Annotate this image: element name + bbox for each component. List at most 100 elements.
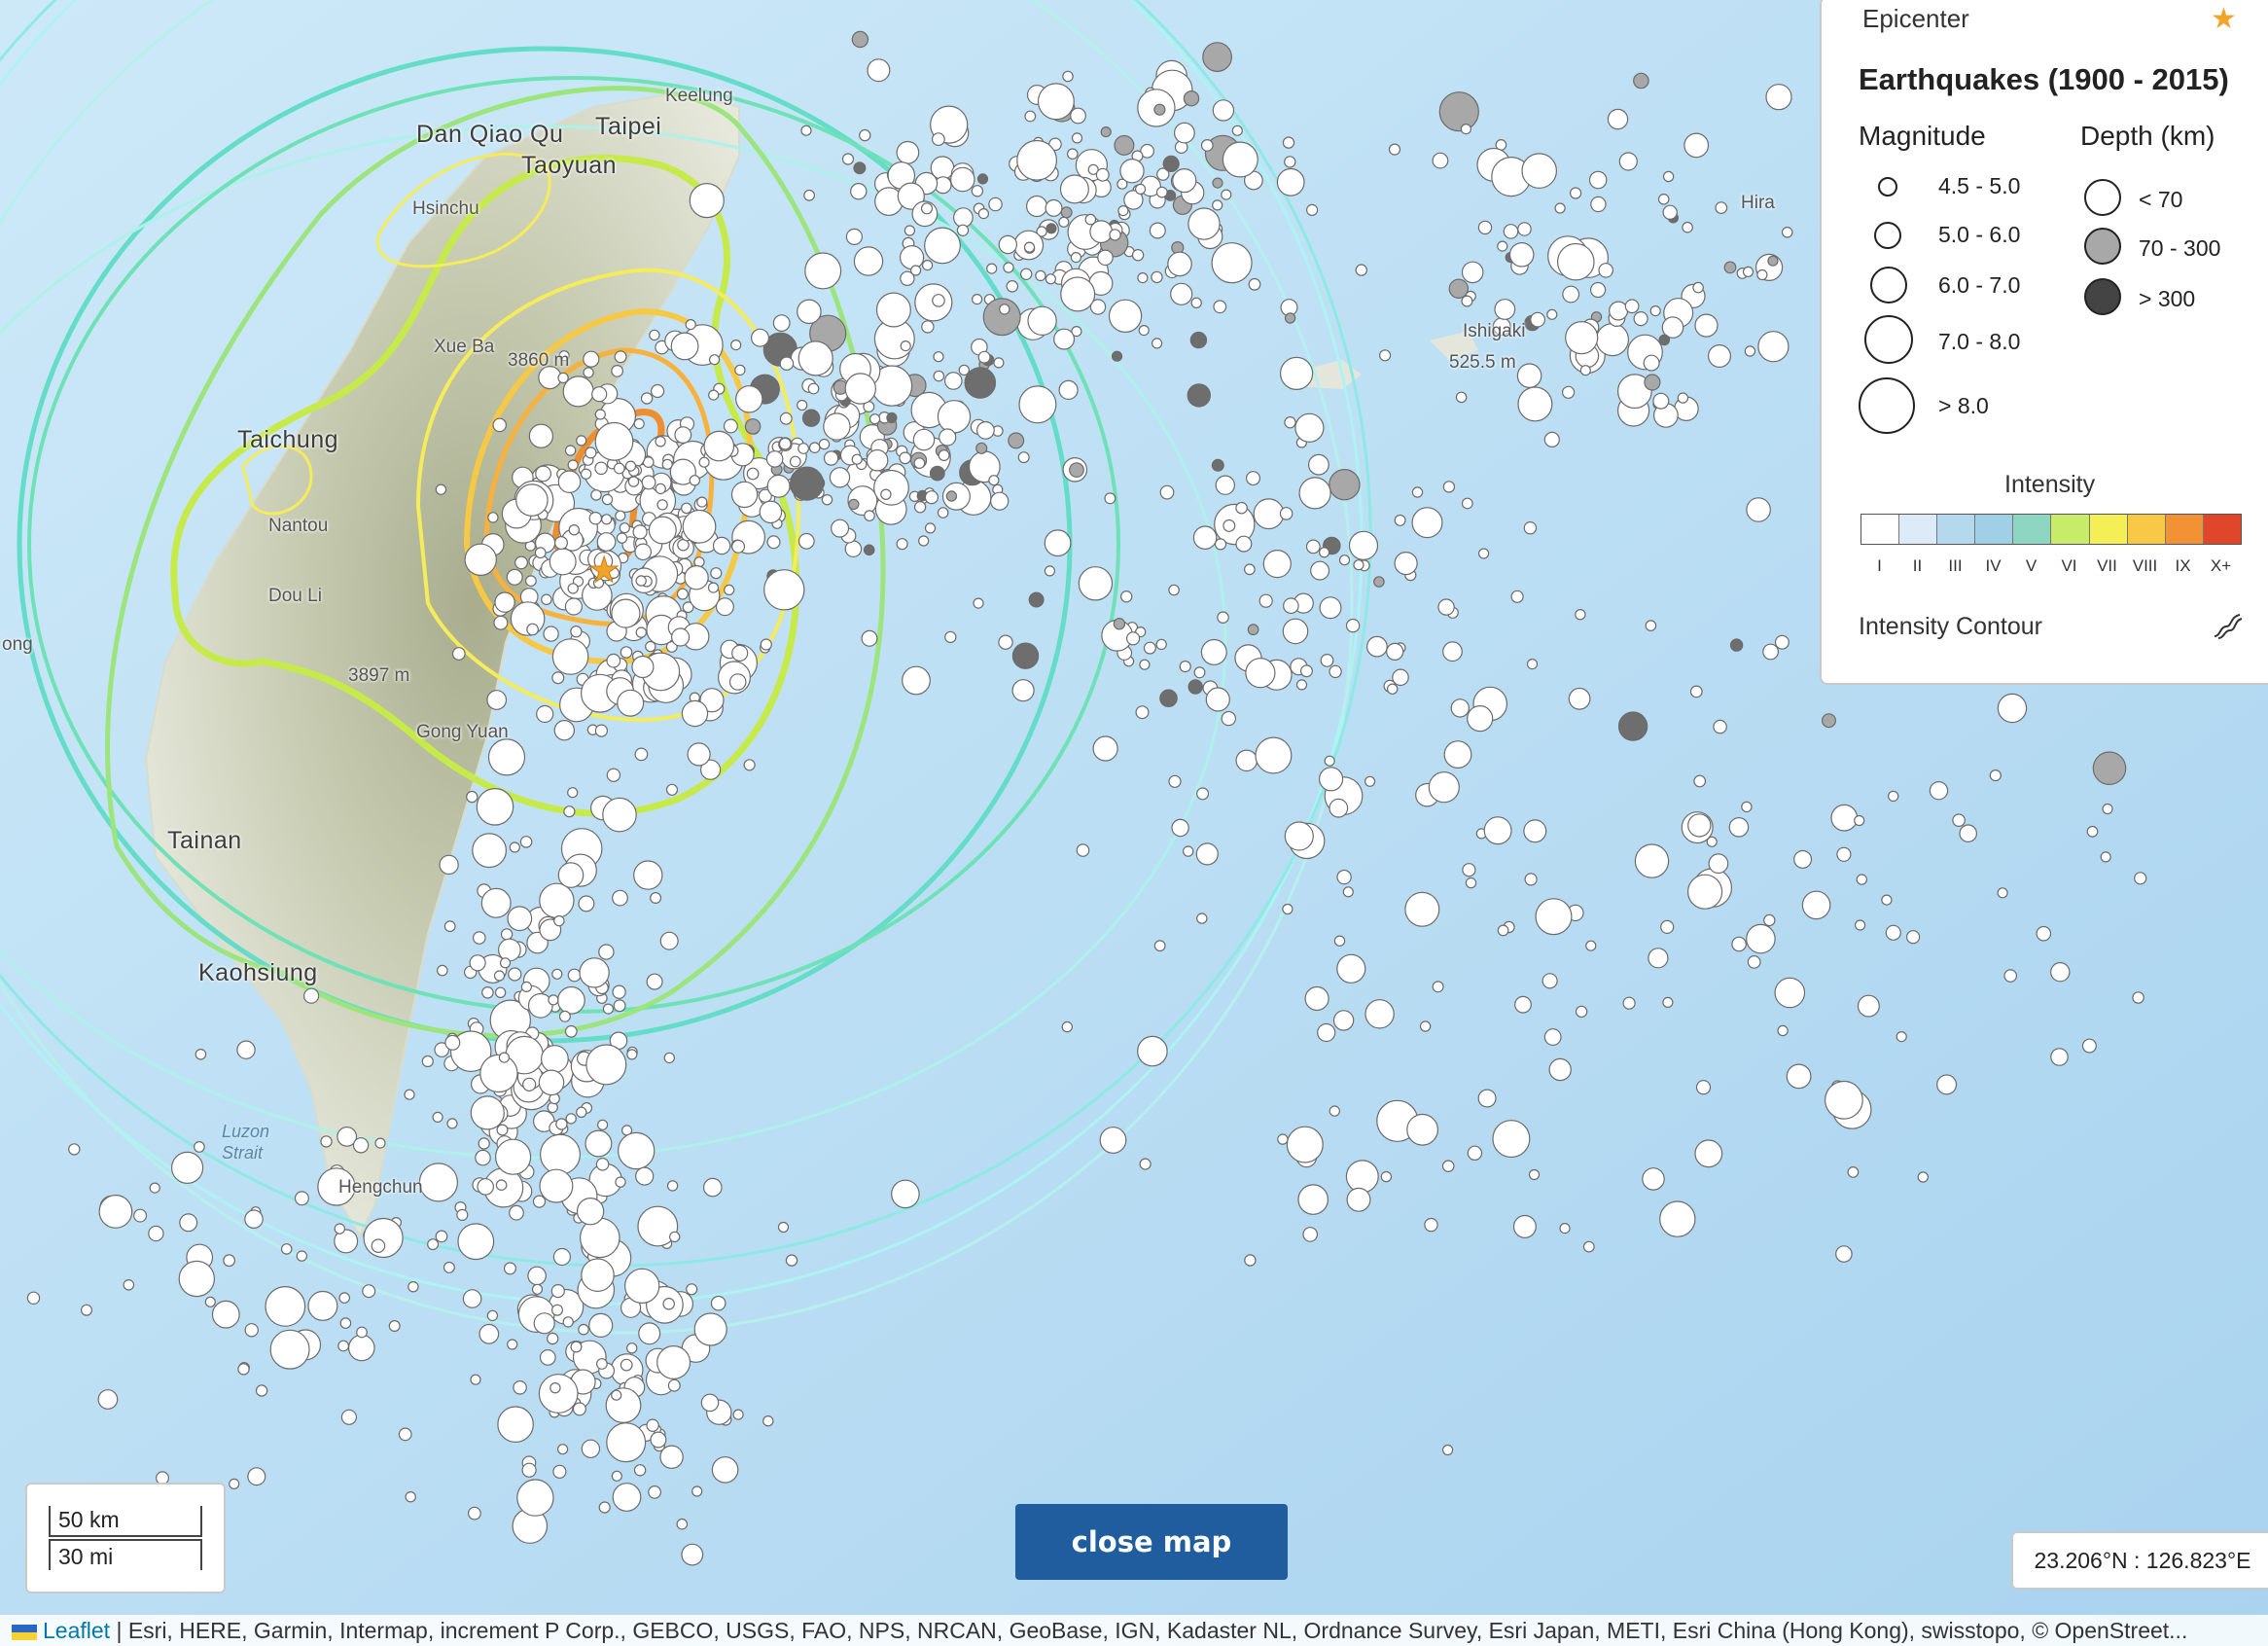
earthquake-marker[interactable]	[1746, 923, 1776, 954]
earthquake-marker[interactable]	[539, 1133, 581, 1175]
earthquake-marker[interactable]	[478, 1323, 500, 1344]
earthquake-marker[interactable]	[1713, 719, 1727, 734]
earthquake-marker[interactable]	[744, 418, 762, 435]
earthquake-marker[interactable]	[1648, 948, 1669, 969]
earthquake-marker[interactable]	[80, 1304, 92, 1316]
earthquake-marker[interactable]	[686, 1283, 698, 1296]
earthquake-marker[interactable]	[1634, 843, 1670, 878]
earthquake-marker[interactable]	[864, 510, 875, 521]
earthquake-marker[interactable]	[1917, 1171, 1930, 1183]
earthquake-marker[interactable]	[1155, 186, 1168, 198]
earthquake-marker[interactable]	[486, 1309, 499, 1322]
earthquake-marker[interactable]	[451, 647, 466, 661]
earthquake-marker[interactable]	[853, 161, 867, 175]
earthquake-marker[interactable]	[615, 1176, 626, 1188]
earthquake-marker[interactable]	[1282, 618, 1309, 645]
earthquake-marker[interactable]	[1821, 713, 1836, 729]
earthquake-marker[interactable]	[538, 1374, 579, 1413]
earthquake-marker[interactable]	[534, 547, 547, 559]
earthquake-marker[interactable]	[1565, 321, 1599, 355]
earthquake-marker[interactable]	[831, 519, 850, 538]
earthquake-marker[interactable]	[730, 481, 759, 509]
earthquake-marker[interactable]	[1245, 471, 1260, 486]
earthquake-marker[interactable]	[1404, 891, 1440, 927]
earthquake-marker[interactable]	[598, 1501, 611, 1514]
earthquake-marker[interactable]	[1741, 801, 1753, 813]
earthquake-marker[interactable]	[551, 638, 589, 675]
earthquake-marker[interactable]	[1467, 1145, 1483, 1162]
earthquake-marker[interactable]	[1329, 798, 1349, 818]
earthquake-marker[interactable]	[1432, 152, 1449, 169]
earthquake-marker[interactable]	[1151, 270, 1163, 284]
earthquake-marker[interactable]	[347, 1334, 375, 1362]
earthquake-marker[interactable]	[1113, 618, 1126, 630]
earthquake-marker[interactable]	[1461, 497, 1473, 510]
earthquake-marker[interactable]	[1989, 769, 2002, 782]
earthquake-marker[interactable]	[539, 1168, 574, 1203]
earthquake-marker[interactable]	[244, 1209, 264, 1229]
earthquake-marker[interactable]	[964, 367, 997, 399]
earthquake-marker[interactable]	[444, 1034, 461, 1051]
earthquake-marker[interactable]	[1373, 576, 1385, 588]
earthquake-marker[interactable]	[1336, 953, 1366, 984]
earthquake-marker[interactable]	[1494, 299, 1516, 320]
earthquake-marker[interactable]	[1346, 1187, 1371, 1212]
earthquake-marker[interactable]	[1092, 735, 1118, 762]
earthquake-marker[interactable]	[1854, 919, 1866, 931]
earthquake-marker[interactable]	[576, 435, 587, 447]
earthquake-marker[interactable]	[670, 332, 699, 361]
earthquake-marker[interactable]	[1523, 819, 1547, 843]
earthquake-marker[interactable]	[650, 1431, 667, 1449]
earthquake-marker[interactable]	[1686, 874, 1723, 910]
earthquake-marker[interactable]	[779, 356, 795, 371]
earthquake-marker[interactable]	[797, 299, 822, 325]
earthquake-marker[interactable]	[634, 747, 649, 762]
earthquake-marker[interactable]	[918, 535, 930, 547]
earthquake-marker[interactable]	[1028, 591, 1045, 608]
earthquake-marker[interactable]	[615, 510, 626, 521]
earthquake-marker[interactable]	[506, 568, 523, 586]
earthquake-marker[interactable]	[1211, 458, 1224, 472]
earthquake-marker[interactable]	[552, 1464, 567, 1479]
earthquake-marker[interactable]	[1317, 1022, 1336, 1043]
earthquake-marker[interactable]	[539, 1348, 556, 1366]
earthquake-marker[interactable]	[648, 516, 677, 545]
earthquake-marker[interactable]	[553, 535, 568, 550]
earthquake-marker[interactable]	[929, 465, 945, 482]
earthquake-marker[interactable]	[1282, 136, 1295, 149]
earthquake-marker[interactable]	[1885, 924, 1901, 941]
earthquake-marker[interactable]	[1097, 249, 1114, 267]
earthquake-marker[interactable]	[1255, 736, 1293, 774]
earthquake-marker[interactable]	[1595, 323, 1630, 357]
earthquake-marker[interactable]	[1045, 223, 1057, 234]
earthquake-marker[interactable]	[443, 1261, 455, 1273]
earthquake-marker[interactable]	[1508, 241, 1535, 268]
earthquake-marker[interactable]	[760, 638, 772, 651]
earthquake-marker[interactable]	[896, 538, 908, 551]
earthquake-marker[interactable]	[1235, 535, 1253, 553]
earthquake-marker[interactable]	[698, 456, 710, 468]
earthquake-marker[interactable]	[340, 1409, 357, 1425]
earthquake-marker[interactable]	[1320, 654, 1334, 667]
earthquake-marker[interactable]	[746, 467, 760, 481]
earthquake-marker[interactable]	[689, 475, 701, 486]
earthquake-marker[interactable]	[924, 227, 961, 265]
earthquake-marker[interactable]	[1442, 641, 1463, 662]
earthquake-marker[interactable]	[844, 373, 877, 405]
earthquake-marker[interactable]	[568, 524, 581, 536]
earthquake-marker[interactable]	[1099, 1127, 1127, 1154]
earthquake-marker[interactable]	[1542, 973, 1558, 989]
earthquake-marker[interactable]	[1836, 846, 1852, 862]
earthquake-marker[interactable]	[1159, 689, 1178, 708]
earthquake-marker[interactable]	[873, 469, 909, 506]
earthquake-marker[interactable]	[1692, 281, 1704, 294]
earthquake-marker[interactable]	[662, 1298, 675, 1310]
earthquake-marker[interactable]	[1543, 1028, 1562, 1046]
earthquake-marker[interactable]	[1443, 740, 1472, 769]
earthquake-marker[interactable]	[645, 640, 656, 653]
earthquake-marker[interactable]	[498, 1052, 511, 1063]
earthquake-marker[interactable]	[632, 524, 648, 540]
earthquake-marker[interactable]	[1170, 282, 1193, 305]
earthquake-marker[interactable]	[1053, 328, 1076, 350]
earthquake-marker[interactable]	[513, 1380, 527, 1395]
